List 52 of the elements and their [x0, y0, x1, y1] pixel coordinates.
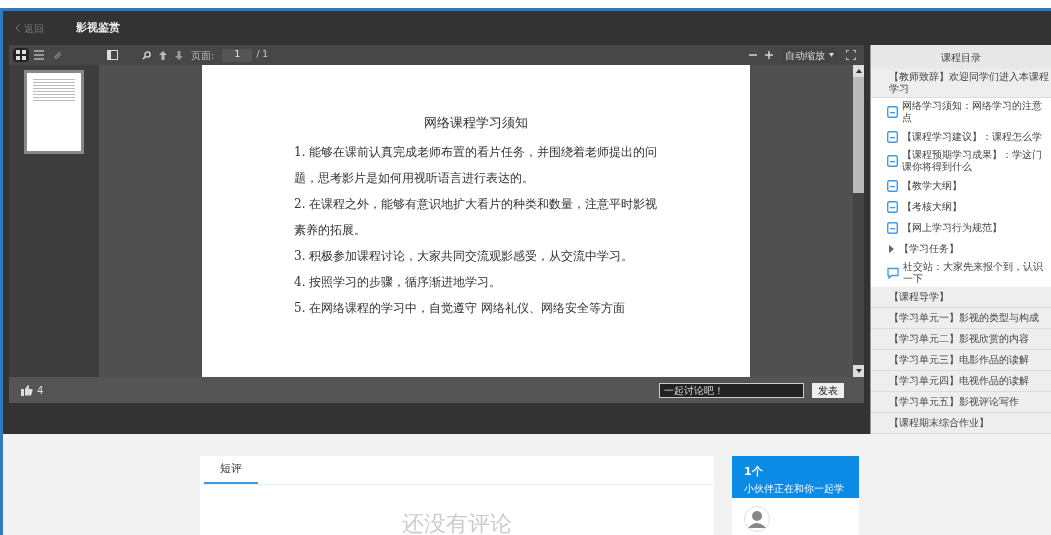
- document-paragraph: 3. 积极参加课程讨论，大家共同交流观影感受，从交流中学习。: [294, 247, 635, 265]
- list-icon: [34, 50, 44, 60]
- page-title: 影视鉴赏: [76, 19, 120, 36]
- scrollbar[interactable]: [853, 65, 864, 377]
- like-count: 4: [37, 383, 44, 398]
- page-thumbnail[interactable]: [24, 70, 84, 154]
- caret-right-icon[interactable]: [887, 244, 895, 253]
- catalog-item[interactable]: 【学习单元五】影视评论写作: [871, 392, 1051, 413]
- plus-icon: [765, 51, 773, 59]
- fullscreen-icon[interactable]: [846, 50, 856, 60]
- thumbs-up-icon[interactable]: [21, 384, 33, 396]
- catalog-title: 课程目录: [871, 45, 1051, 69]
- page-number-field[interactable]: 1: [222, 48, 253, 62]
- arrow-up-icon[interactable]: [159, 50, 167, 60]
- chat-bubble-icon: [887, 267, 899, 279]
- catalog-item[interactable]: 【学习单元四】电视作品的读解: [871, 371, 1051, 392]
- scroll-up-arrow-icon[interactable]: [855, 69, 862, 73]
- document-paragraph: 1. 能够在课前认真完成老师布置的看片任务，并围绕着老师提出的问题，思考影片是如何用视听语言进行表达的。: [294, 143, 658, 187]
- sidebar-toggle-icon[interactable]: [107, 50, 118, 60]
- document-icon: [887, 200, 898, 213]
- document-paragraph: 4. 按照学习的步骤，循序渐进地学习。: [294, 273, 503, 291]
- minus-icon: [749, 51, 757, 59]
- document-icon: [887, 221, 898, 234]
- document-paragraph: 2. 在课程之外，能够有意识地扩大看片的种类和数量，注意平时影视素养的拓展。: [294, 195, 658, 239]
- catalog-item[interactable]: 【学习单元三】电影作品的读解: [871, 350, 1051, 371]
- grid-icon: [16, 50, 26, 60]
- scroll-down-arrow-icon[interactable]: [855, 369, 862, 373]
- peer-count: 1个: [744, 464, 764, 480]
- arrow-down-icon[interactable]: [175, 50, 183, 60]
- document-icon: [887, 155, 898, 167]
- catalog-item[interactable]: 【教师致辞】欢迎同学们进入本课程学习: [871, 69, 1051, 98]
- avatar-icon: [744, 506, 770, 532]
- page-label: 页面:: [191, 48, 215, 63]
- caret-down-icon: [829, 53, 834, 57]
- comments-tab[interactable]: 短评: [204, 456, 258, 484]
- document-paragraph: 5. 在网络课程的学习中，自觉遵守 网络礼仪、网络安全等方面: [294, 299, 627, 317]
- document-icon: [887, 106, 898, 118]
- page-total: / 1: [256, 48, 268, 62]
- catalog-item[interactable]: 【课程导学】: [871, 287, 1051, 308]
- chevron-left-icon: [15, 24, 20, 32]
- post-button[interactable]: 发表: [812, 382, 844, 398]
- document-icon: [887, 130, 898, 143]
- peer-caption: 小伙伴正在和你一起学: [744, 481, 845, 496]
- document-icon: [887, 179, 898, 192]
- catalog-item[interactable]: 【课程期末综合作业】: [871, 413, 1051, 434]
- sidebar-view-tab[interactable]: [13, 48, 29, 62]
- document-title: 网络课程学习须知: [423, 114, 529, 132]
- catalog-item[interactable]: 【学习单元一】影视的类型与构成: [871, 308, 1051, 329]
- search-icon[interactable]: [142, 50, 151, 60]
- catalog-item[interactable]: 【学习单元二】影视欣赏的内容: [871, 329, 1051, 350]
- discussion-field[interactable]: 一起讨论吧！: [659, 382, 804, 398]
- paperclip-icon: [52, 50, 62, 60]
